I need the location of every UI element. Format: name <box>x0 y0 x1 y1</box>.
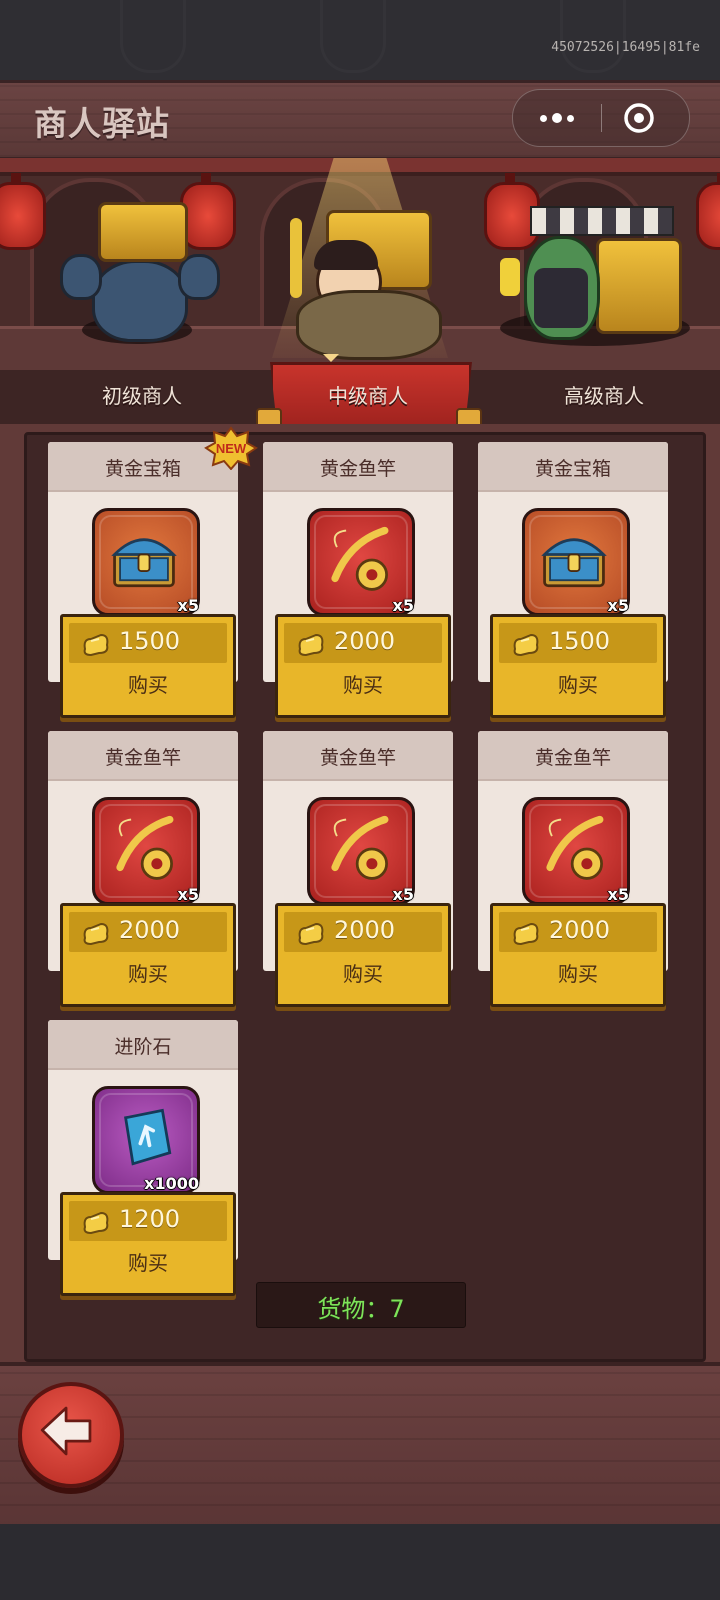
buy-button[interactable]: 2000 购买 <box>60 903 236 1007</box>
gold-ingot-icon <box>83 633 109 657</box>
buy-label: 购买 <box>343 962 383 986</box>
shop-item-card: 黄金宝箱 x5 1500 购买 <box>478 442 668 722</box>
item-name: 黄金鱼竿 <box>534 747 611 769</box>
gold-ingot-icon <box>83 1211 109 1235</box>
gold-ingot-icon <box>298 633 324 657</box>
merchant-tab-senior[interactable]: 高级商人 <box>514 380 694 409</box>
merchant-middle-avatar[interactable] <box>286 178 446 360</box>
price-strip: 2000 <box>69 912 227 952</box>
item-price: 2000 <box>334 916 396 944</box>
merchant-tab-middle[interactable]: 中级商人 <box>278 380 458 409</box>
shop-item-card: 黄金鱼竿 x5 2000 购买 <box>48 731 238 1011</box>
item-quantity: x5 <box>607 885 629 904</box>
lantern-decoration <box>0 173 46 250</box>
fishing-rod-icon[interactable]: x5 <box>92 797 200 905</box>
item-price: 2000 <box>119 916 181 944</box>
new-badge-icon: NEW <box>204 426 258 470</box>
item-name: 黄金鱼竿 <box>104 747 181 769</box>
close-miniprogram-icon[interactable] <box>623 102 655 134</box>
merchant-senior-avatar[interactable] <box>500 188 700 358</box>
item-quantity: x5 <box>177 885 199 904</box>
item-quantity: x5 <box>177 596 199 615</box>
buy-label: 购买 <box>343 673 383 697</box>
buy-label: 购买 <box>558 673 598 697</box>
shop-item-card: 黄金宝箱 x5 1500 购买 NEW <box>48 426 258 722</box>
item-quantity: x5 <box>392 596 414 615</box>
item-card-header: 黄金宝箱 <box>478 442 668 492</box>
fishing-rod-icon[interactable]: x5 <box>522 797 630 905</box>
more-options-icon[interactable] <box>533 102 581 134</box>
item-price: 2000 <box>334 627 396 655</box>
shop-item-card: 黄金鱼竿 x5 2000 购买 <box>478 731 668 1011</box>
buy-label: 购买 <box>558 962 598 986</box>
gold-ingot-icon <box>83 922 109 946</box>
item-card-header: 黄金鱼竿 <box>263 442 453 492</box>
item-card-header: 进阶石 <box>48 1020 238 1070</box>
item-name: 黄金宝箱 <box>534 458 611 480</box>
price-strip: 2000 <box>284 623 442 663</box>
price-strip: 1500 <box>499 623 657 663</box>
shop-item-card: 黄金鱼竿 x5 2000 购买 <box>263 442 453 722</box>
buy-button[interactable]: 2000 购买 <box>275 614 451 718</box>
item-quantity: x1000 <box>144 1174 199 1193</box>
item-price: 1500 <box>549 627 611 655</box>
price-strip: 2000 <box>284 912 442 952</box>
background-decoration <box>560 0 626 73</box>
treasure-chest-icon[interactable]: x5 <box>522 508 630 616</box>
price-strip: 2000 <box>499 912 657 952</box>
header-bar: 商人驿站 <box>0 80 720 161</box>
page-title: 商人驿站 <box>34 104 170 143</box>
price-strip: 1200 <box>69 1201 227 1241</box>
fishing-rod-icon[interactable]: x5 <box>307 508 415 616</box>
item-card-header: 黄金鱼竿 <box>48 731 238 781</box>
selected-indicator-icon <box>323 354 339 362</box>
goods-count-label: 货物：7 <box>317 1295 405 1323</box>
item-price: 2000 <box>549 916 611 944</box>
item-name: 黄金鱼竿 <box>319 458 396 480</box>
shop-item-card: 黄金鱼竿 x5 2000 购买 <box>263 731 453 1011</box>
item-quantity: x5 <box>607 596 629 615</box>
price-strip: 1500 <box>69 623 227 663</box>
item-quantity: x5 <box>392 885 414 904</box>
svg-text:NEW: NEW <box>216 441 247 456</box>
buy-label: 购买 <box>128 1251 168 1275</box>
buy-button[interactable]: 1500 购买 <box>60 614 236 718</box>
background-decoration <box>120 0 186 73</box>
buy-button[interactable]: 2000 购买 <box>490 903 666 1007</box>
buy-button[interactable]: 1500 购买 <box>490 614 666 718</box>
background-decoration <box>320 0 386 73</box>
merchant-junior-avatar[interactable] <box>60 198 220 358</box>
gold-ingot-icon <box>298 922 324 946</box>
goods-count: 货物：7 <box>256 1282 466 1328</box>
item-price: 1200 <box>119 1205 181 1233</box>
back-arrow-icon <box>40 1406 92 1456</box>
mini-program-capsule <box>512 89 690 147</box>
item-name: 进阶石 <box>114 1036 172 1058</box>
shop-item-card: 进阶石 x1000 1200 购买 <box>48 1020 238 1300</box>
system-nav-bar <box>0 1524 720 1600</box>
treasure-chest-icon[interactable]: x5 <box>92 508 200 616</box>
buy-button[interactable]: 2000 购买 <box>275 903 451 1007</box>
item-price: 1500 <box>119 627 181 655</box>
buy-button[interactable]: 1200 购买 <box>60 1192 236 1296</box>
buy-label: 购买 <box>128 962 168 986</box>
gold-ingot-icon <box>513 922 539 946</box>
item-card-header: 黄金鱼竿 <box>478 731 668 781</box>
merchant-tab-junior[interactable]: 初级商人 <box>52 380 232 409</box>
rune-stone-icon[interactable]: x1000 <box>92 1086 200 1194</box>
buy-label: 购买 <box>128 673 168 697</box>
fishing-rod-icon[interactable]: x5 <box>307 797 415 905</box>
gold-ingot-icon <box>513 633 539 657</box>
item-card-header: 黄金鱼竿 <box>263 731 453 781</box>
item-name: 黄金鱼竿 <box>319 747 396 769</box>
back-button[interactable] <box>18 1382 124 1488</box>
build-id: 45072526|16495|81fe <box>551 40 700 55</box>
